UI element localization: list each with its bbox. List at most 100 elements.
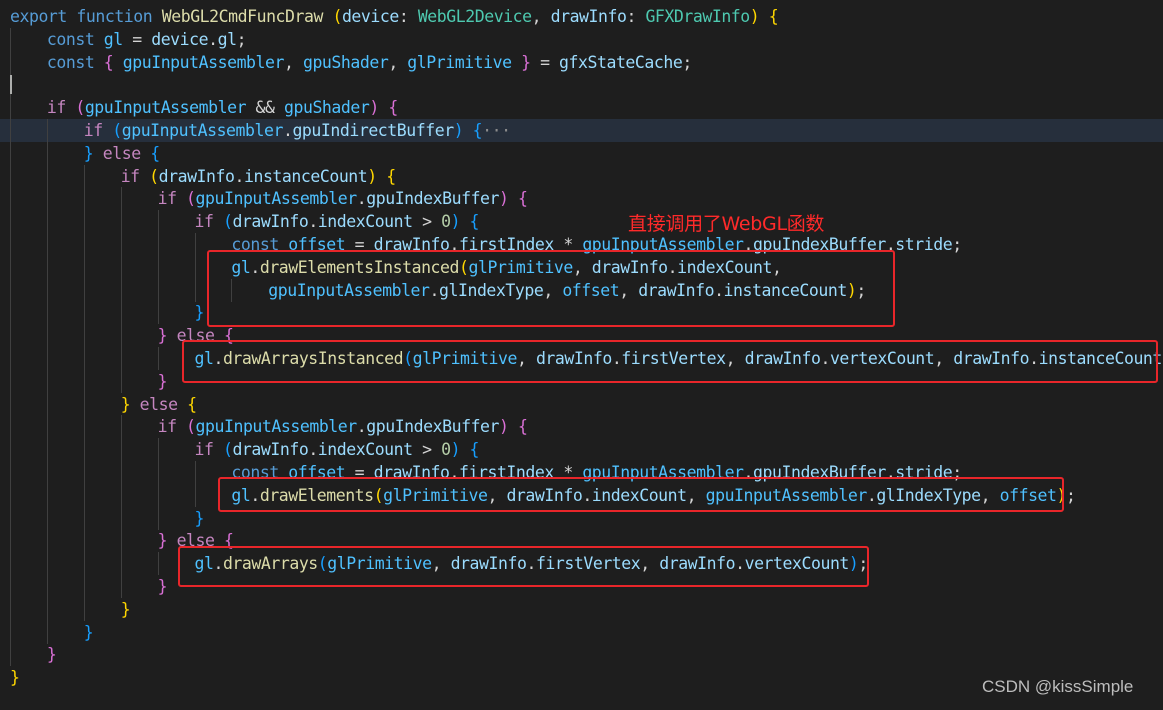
indent-guide bbox=[10, 461, 11, 484]
indent-guide bbox=[10, 392, 11, 416]
code-token: { bbox=[472, 121, 483, 140]
code-line[interactable]: if (drawInfo.instanceCount) { bbox=[0, 164, 1163, 188]
code-line[interactable]: if (gpuInputAssembler.gpuIndexBuffer) { bbox=[0, 415, 1163, 439]
indent-guide bbox=[120, 187, 122, 211]
code-line[interactable]: } bbox=[0, 597, 1163, 621]
code-token: drawInfo bbox=[158, 166, 235, 186]
code-line[interactable]: if (gpuInputAssembler.gpuIndexBuffer) { bbox=[0, 187, 1163, 211]
code-token: ) bbox=[749, 7, 760, 26]
code-token: ; bbox=[682, 52, 692, 72]
code-line[interactable]: } bbox=[0, 620, 1163, 644]
annotation-label: 直接调用了WebGL函数 bbox=[628, 213, 825, 235]
code-line[interactable] bbox=[0, 73, 1163, 97]
indent-guide bbox=[10, 255, 11, 279]
code-text: } bbox=[158, 575, 168, 598]
code-line[interactable]: if (drawInfo.indexCount > 0) { bbox=[0, 210, 1163, 234]
indent-guide bbox=[46, 529, 48, 553]
code-line[interactable]: const { gpuInputAssembler, gpuShader, gl… bbox=[0, 50, 1163, 74]
code-token: = bbox=[122, 29, 152, 49]
code-line[interactable]: if (gpuInputAssembler && gpuShader) { bbox=[0, 96, 1163, 120]
code-text: const gl = device.gl; bbox=[47, 28, 247, 51]
code-line[interactable]: const gl = device.gl; bbox=[0, 27, 1163, 51]
indent-guide bbox=[120, 369, 122, 393]
indent-guide bbox=[46, 552, 48, 576]
indent-guide bbox=[10, 233, 11, 256]
code-line[interactable]: } else { bbox=[0, 141, 1163, 165]
code-token: } bbox=[120, 599, 131, 619]
code-token: ) bbox=[450, 440, 461, 460]
code-token: function bbox=[76, 7, 153, 26]
indent-guide bbox=[157, 210, 159, 234]
indent-guide bbox=[10, 301, 11, 325]
code-token: GFXDrawInfo bbox=[645, 7, 750, 26]
code-line[interactable]: } bbox=[0, 643, 1163, 667]
code-token: ) bbox=[450, 212, 461, 232]
indent-guide bbox=[10, 164, 11, 188]
code-token: { bbox=[768, 7, 779, 26]
code-token: } bbox=[120, 394, 131, 414]
code-token: if bbox=[46, 98, 66, 118]
indent-guide bbox=[83, 461, 85, 484]
code-token: : bbox=[626, 7, 646, 26]
code-token: { bbox=[518, 189, 528, 209]
code-token: stride bbox=[895, 235, 953, 254]
indent-guide bbox=[10, 506, 11, 530]
indent-guide bbox=[120, 210, 122, 234]
indent-guide bbox=[10, 119, 11, 142]
indent-guide bbox=[46, 597, 48, 621]
code-text: if (gpuInputAssembler && gpuShader) { bbox=[47, 96, 398, 119]
code-token: gl bbox=[103, 29, 123, 49]
code-text: } bbox=[120, 598, 131, 621]
code-token: { bbox=[187, 394, 197, 414]
code-token: gpuInputAssembler bbox=[84, 98, 247, 118]
code-text: export function WebGL2CmdFuncDraw (devic… bbox=[10, 5, 779, 28]
code-line[interactable]: export function WebGL2CmdFuncDraw (devic… bbox=[0, 5, 1163, 28]
indent-guide bbox=[83, 324, 85, 348]
indent-guide bbox=[46, 392, 48, 416]
code-token: { bbox=[469, 440, 480, 460]
indent-guide bbox=[10, 597, 11, 621]
indent-guide bbox=[157, 301, 159, 325]
code-token: gpuIndirectBuffer bbox=[292, 121, 454, 140]
code-token: gpuInputAssembler bbox=[122, 52, 285, 72]
indent-guide bbox=[194, 483, 196, 507]
code-line[interactable]: if (gpuInputAssembler.gpuIndirectBuffer)… bbox=[0, 119, 1163, 142]
indent-guide bbox=[46, 483, 48, 507]
indent-guide bbox=[10, 278, 11, 302]
code-token: else bbox=[102, 143, 141, 163]
indent-guide bbox=[120, 233, 122, 256]
code-token: 0 bbox=[441, 440, 451, 460]
indent-guide bbox=[10, 324, 11, 348]
indent-guide bbox=[46, 575, 48, 598]
indent-guide bbox=[120, 529, 122, 553]
indent-guide bbox=[10, 50, 11, 74]
indent-guide bbox=[10, 643, 11, 667]
code-token: WebGL2Device bbox=[417, 7, 532, 26]
highlight-box-draw-arrays-instanced bbox=[182, 340, 1158, 383]
indent-guide bbox=[10, 27, 11, 51]
code-token: && bbox=[246, 98, 284, 118]
indent-guide bbox=[46, 141, 48, 165]
code-token: gl bbox=[217, 29, 237, 49]
code-token: gpuIndexBuffer bbox=[366, 189, 500, 209]
code-token: { bbox=[103, 52, 114, 72]
indent-guide bbox=[83, 164, 85, 188]
indent-guide bbox=[46, 255, 48, 279]
indent-guide bbox=[120, 438, 122, 462]
code-text: } else { bbox=[121, 393, 197, 416]
code-token: ( bbox=[112, 121, 122, 140]
code-token: ( bbox=[75, 98, 85, 118]
code-line[interactable]: } else { bbox=[0, 392, 1163, 416]
code-token: ) bbox=[499, 417, 509, 437]
code-line[interactable]: if (drawInfo.indexCount > 0) { bbox=[0, 438, 1163, 462]
code-token: drawInfo bbox=[232, 212, 309, 232]
fold-ellipsis-icon[interactable]: ··· bbox=[482, 121, 511, 140]
